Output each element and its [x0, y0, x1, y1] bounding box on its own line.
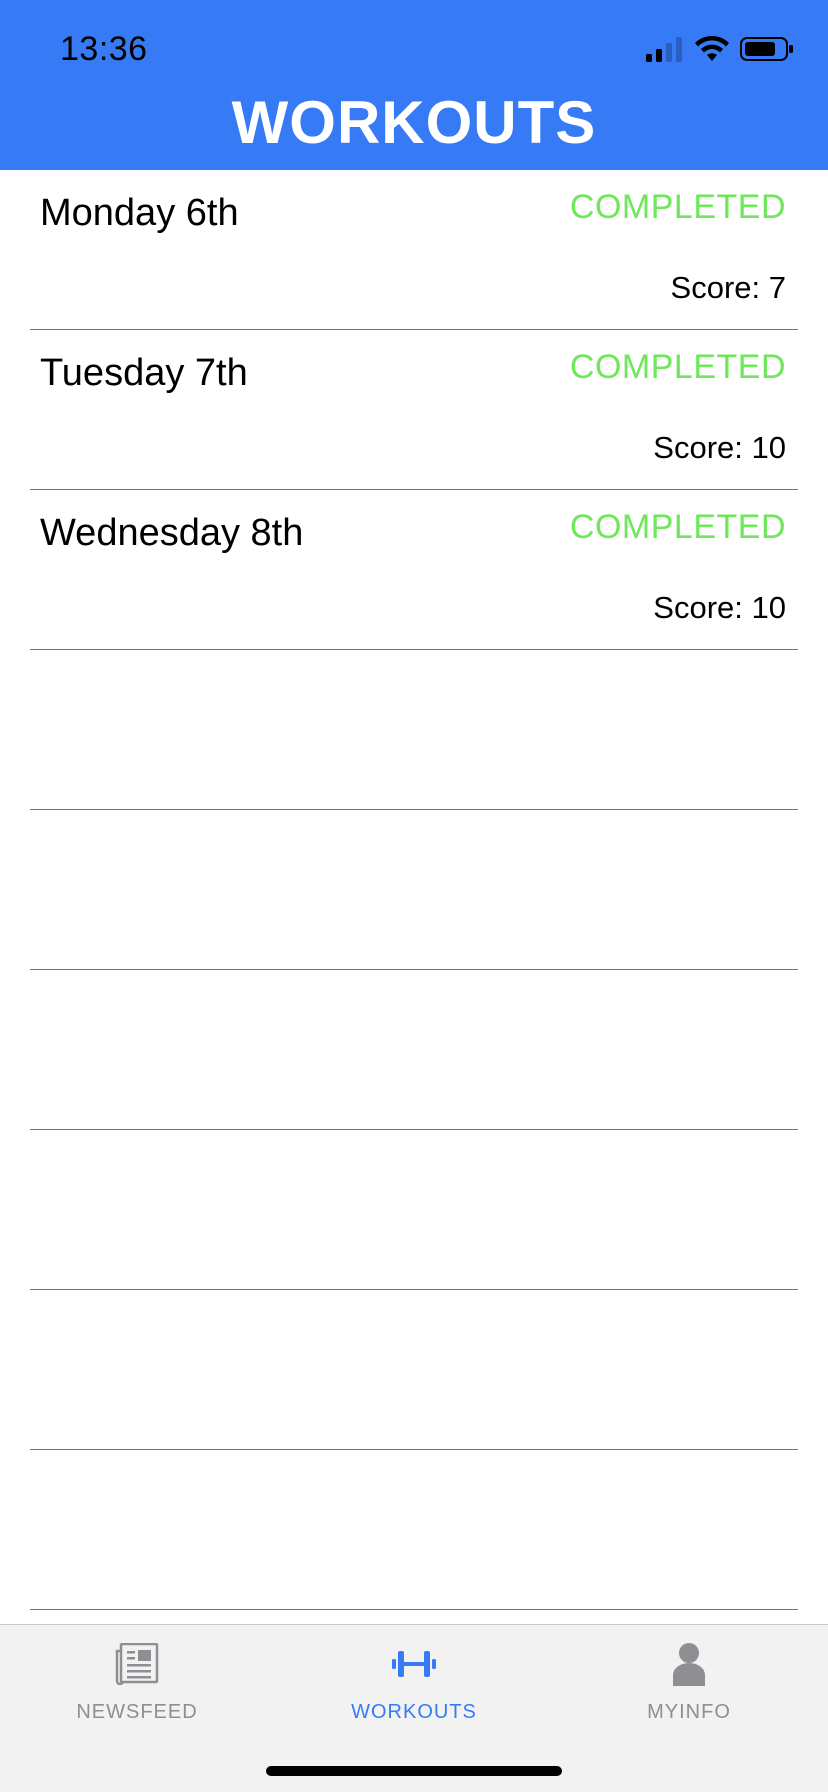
person-icon [589, 1639, 789, 1689]
wifi-icon [695, 35, 729, 61]
home-indicator[interactable] [266, 1766, 562, 1776]
status-icons [646, 34, 794, 64]
workout-status: COMPLETED [569, 508, 786, 546]
header-bar: 13:36 WORKOUTS [0, 0, 828, 170]
empty-row[interactable] [0, 970, 828, 1130]
workout-status: COMPLETED [569, 348, 786, 386]
tab-label: MYINFO [647, 1701, 731, 1723]
workout-score: Score: 10 [653, 430, 786, 465]
workout-row[interactable]: Wednesday 8th COMPLETED Score: 10 [0, 490, 828, 650]
workout-list: Monday 6th COMPLETED Score: 7 Tuesday 7t… [0, 170, 828, 1610]
page-title: WORKOUTS [231, 89, 597, 156]
workout-row[interactable]: Tuesday 7th COMPLETED Score: 10 [0, 330, 828, 490]
empty-row[interactable] [0, 1130, 828, 1290]
tab-workouts[interactable]: WORKOUTS [314, 1639, 514, 1739]
battery-icon [740, 37, 793, 61]
empty-row[interactable] [0, 650, 828, 810]
tab-label: WORKOUTS [351, 1701, 477, 1723]
row-divider [30, 1609, 798, 1610]
tab-newsfeed[interactable]: NEWSFEED [37, 1639, 237, 1739]
workout-day: Wednesday 8th [40, 512, 304, 554]
empty-row[interactable] [0, 1290, 828, 1450]
workout-status: COMPLETED [569, 188, 786, 226]
empty-row[interactable] [0, 1450, 828, 1610]
newspaper-icon [37, 1639, 237, 1689]
workout-row[interactable]: Monday 6th COMPLETED Score: 7 [0, 170, 828, 330]
empty-row[interactable] [0, 810, 828, 970]
status-time: 13:36 [60, 30, 148, 68]
tab-myinfo[interactable]: MYINFO [589, 1639, 789, 1739]
dumbbell-icon [314, 1639, 514, 1689]
cellular-signal-icon [646, 37, 682, 62]
workout-day: Tuesday 7th [40, 352, 248, 394]
workout-score: Score: 10 [653, 590, 786, 625]
workout-score: Score: 7 [670, 270, 786, 305]
workout-day: Monday 6th [40, 192, 239, 234]
tab-label: NEWSFEED [76, 1701, 198, 1723]
